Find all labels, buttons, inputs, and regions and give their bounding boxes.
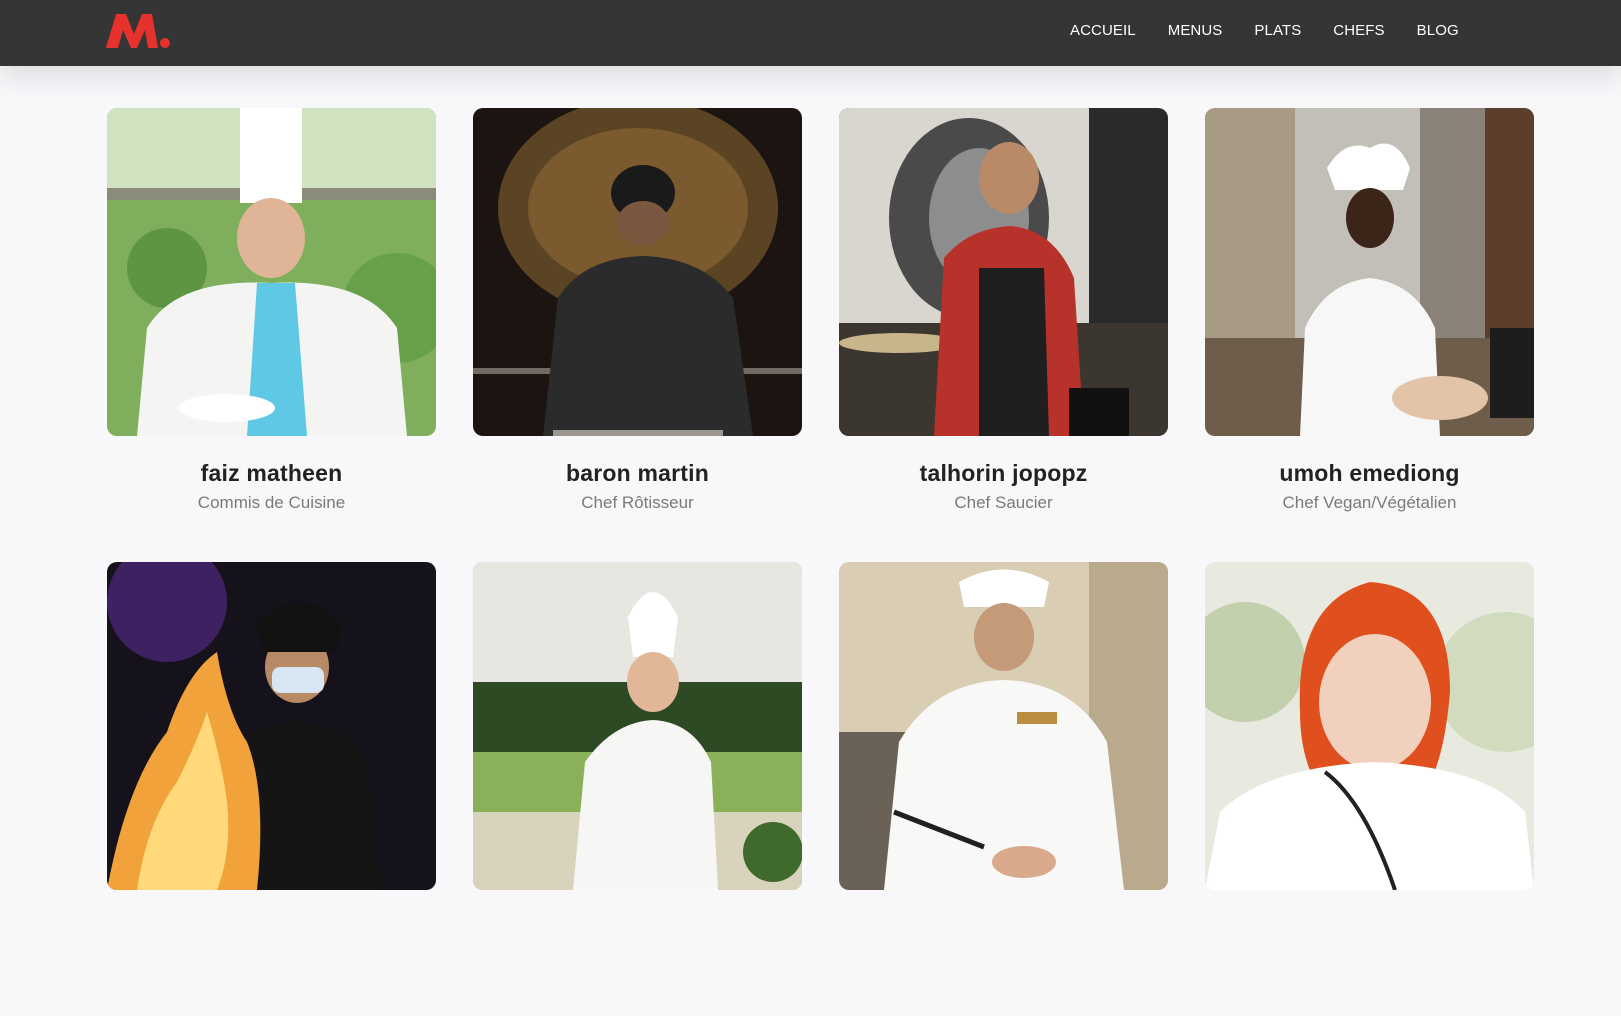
- chef-photo[interactable]: [1205, 562, 1534, 890]
- nav-accueil[interactable]: ACCUEIL: [1070, 22, 1136, 39]
- chef-name: talhorin jopopz: [919, 460, 1088, 486]
- chef-role: Chef Vegan/Végétalien: [1282, 493, 1457, 512]
- chef-photo[interactable]: [107, 562, 436, 890]
- chef-role: Chef Rôtisseur: [581, 493, 694, 512]
- nav-chefs[interactable]: CHEFS: [1333, 22, 1384, 39]
- chef-name: baron martin: [566, 460, 709, 486]
- chef-name: umoh emediong: [1279, 460, 1460, 486]
- chef-card[interactable]: [107, 562, 436, 1016]
- chef-role: Chef Saucier: [954, 493, 1053, 512]
- chef-photo[interactable]: [839, 562, 1168, 890]
- nav-blog[interactable]: BLOG: [1417, 22, 1459, 39]
- chef-photo[interactable]: [839, 108, 1168, 436]
- brand-logo[interactable]: [104, 8, 172, 52]
- chef-card[interactable]: umoh emediong Chef Vegan/Végétalien: [1205, 108, 1534, 562]
- chef-photo[interactable]: [473, 562, 802, 890]
- chef-photo[interactable]: [107, 108, 436, 436]
- chef-grid: faiz matheen Commis de Cuisine baron mar…: [107, 108, 1534, 1016]
- nav-menus[interactable]: MENUS: [1168, 22, 1223, 39]
- chef-name: faiz matheen: [200, 460, 343, 486]
- main-nav: ACCUEIL MENUS PLATS CHEFS BLOG: [1070, 0, 1491, 60]
- chef-card[interactable]: [839, 562, 1168, 1016]
- chef-card[interactable]: talhorin jopopz Chef Saucier: [839, 108, 1168, 562]
- chef-card[interactable]: baron martin Chef Rôtisseur: [473, 108, 802, 562]
- nav-plats[interactable]: PLATS: [1254, 22, 1301, 39]
- chef-card[interactable]: [1205, 562, 1534, 1016]
- chef-role: Commis de Cuisine: [197, 493, 346, 512]
- chef-card[interactable]: faiz matheen Commis de Cuisine: [107, 108, 436, 562]
- chef-photo[interactable]: [1205, 108, 1534, 436]
- chef-card[interactable]: [473, 562, 802, 1016]
- top-navbar: ACCUEIL MENUS PLATS CHEFS BLOG: [0, 0, 1621, 66]
- chef-photo[interactable]: [473, 108, 802, 436]
